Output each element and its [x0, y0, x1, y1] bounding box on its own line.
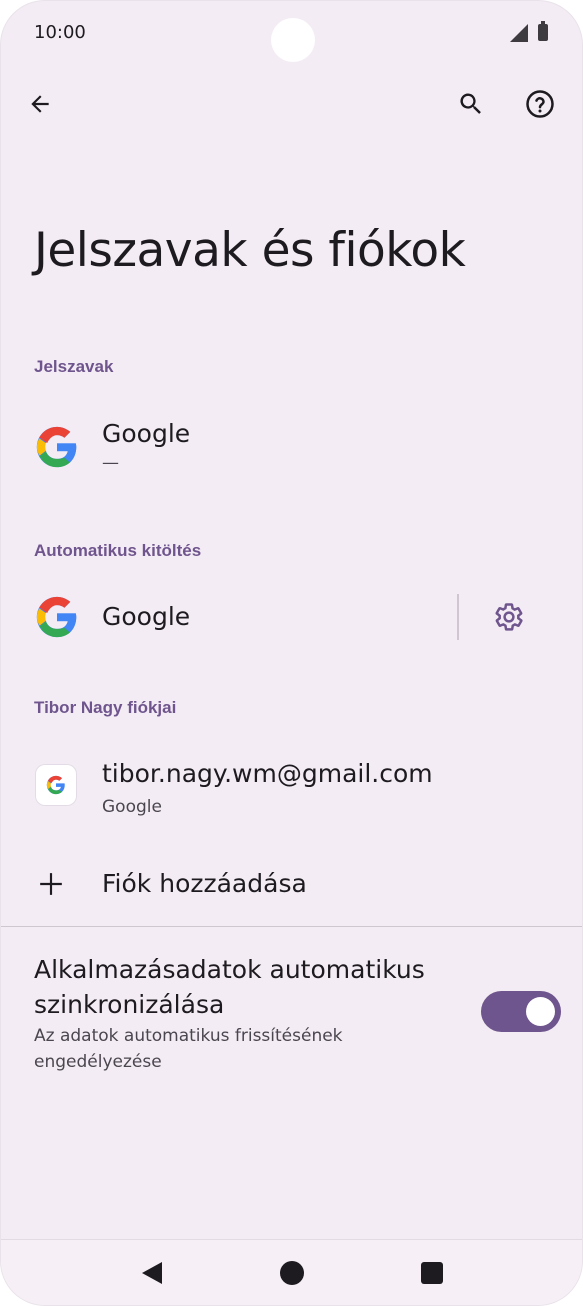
- autofill-google-title: Google: [102, 602, 191, 631]
- search-button[interactable]: [450, 83, 492, 125]
- status-bar: 10:00: [1, 1, 582, 62]
- phone-screen: 10:00 Jelszavak és fiókok Jelszavak Goog…: [1, 1, 582, 1305]
- google-logo-icon: [36, 426, 77, 468]
- google-logo-icon: [46, 775, 65, 795]
- search-icon: [460, 93, 481, 114]
- account-type: Google: [102, 797, 162, 817]
- camera-cutout: [271, 18, 315, 62]
- sync-subtitle: Az adatok automatikus frissítésének enge…: [34, 1026, 343, 1072]
- back-button[interactable]: [19, 83, 61, 125]
- battery-icon: [538, 21, 548, 41]
- sync-switch[interactable]: [481, 991, 561, 1032]
- google-logo-icon: [36, 596, 77, 638]
- account-list-item[interactable]: tibor.nagy.wm@gmail.com Google: [1, 741, 582, 839]
- section-accounts-label: Tibor Nagy fiókjai: [34, 698, 177, 717]
- passwords-google-title: Google: [102, 419, 191, 448]
- nav-back-icon: [142, 1262, 162, 1284]
- help-icon: [526, 90, 554, 118]
- nav-back-button[interactable]: [139, 1260, 165, 1286]
- help-button[interactable]: [519, 83, 561, 125]
- status-time: 10:00: [34, 22, 86, 43]
- nav-home-icon: [280, 1261, 304, 1285]
- page-title: Jelszavak és fiókok: [34, 223, 466, 278]
- account-email: tibor.nagy.wm@gmail.com: [102, 759, 433, 788]
- nav-home-button[interactable]: [279, 1260, 305, 1286]
- signal-icon: [510, 24, 528, 42]
- switch-knob: [526, 997, 555, 1026]
- sync-title: Alkalmazásadatok automatikus szinkronizá…: [34, 955, 425, 1019]
- add-account-label: Fiók hozzáadása: [102, 869, 307, 898]
- section-passwords-label: Jelszavak: [34, 357, 114, 376]
- arrow-back-icon: [31, 95, 49, 113]
- nav-recents-icon: [421, 1262, 443, 1284]
- passwords-google-item[interactable]: Google —: [1, 401, 582, 493]
- gear-icon: [495, 603, 523, 631]
- system-nav-bar: [1, 1239, 582, 1305]
- passwords-google-subtitle: —: [102, 453, 119, 473]
- autofill-settings-button[interactable]: [487, 595, 531, 639]
- autofill-divider: [457, 594, 459, 640]
- divider: [1, 926, 582, 927]
- add-account-item[interactable]: Fiók hozzáadása: [1, 849, 582, 919]
- google-account-avatar: [36, 765, 76, 805]
- add-icon: [40, 873, 62, 895]
- section-autofill-label: Automatikus kitöltés: [34, 541, 202, 560]
- nav-recents-button[interactable]: [419, 1260, 445, 1286]
